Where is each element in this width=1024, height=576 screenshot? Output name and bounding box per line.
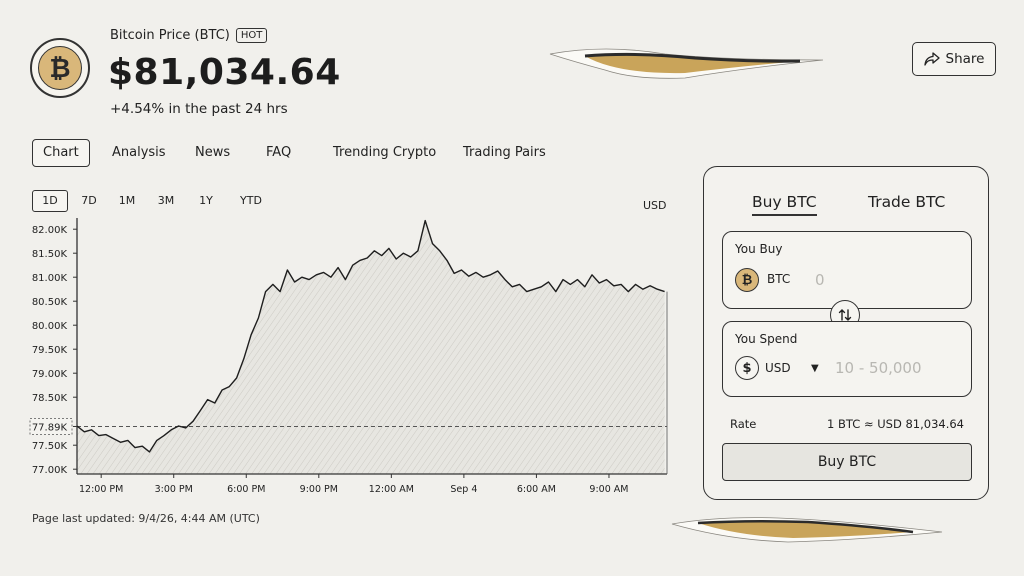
tab-analysis[interactable]: Analysis xyxy=(112,139,166,167)
y-tick-label: 77.00K xyxy=(32,465,68,476)
trade-panel: Buy BTC Trade BTC You Buy ₿ BTC You Spen… xyxy=(703,166,989,500)
chart-currency: USD xyxy=(643,199,667,212)
range-3m[interactable]: 3M xyxy=(153,190,179,212)
share-icon xyxy=(923,52,940,66)
last-updated: Page last updated: 9/4/26, 4:44 AM (UTC) xyxy=(32,512,260,525)
spend-amount-input[interactable] xyxy=(835,356,965,380)
tab-buy-btc[interactable]: Buy BTC xyxy=(752,193,817,216)
y-tick-label: 78.50K xyxy=(32,393,68,404)
reference-label: 77.89K xyxy=(32,422,68,433)
you-buy-label: You Buy xyxy=(735,242,783,256)
you-buy-box: You Buy ₿ BTC xyxy=(722,231,972,309)
hot-badge: HOT xyxy=(235,28,268,43)
tab-trade-btc[interactable]: Trade BTC xyxy=(868,193,945,211)
x-tick-label: 6:00 PM xyxy=(227,484,265,495)
tab-chart[interactable]: Chart xyxy=(32,139,90,167)
y-tick-label: 81.00K xyxy=(32,273,68,284)
tab-trending-crypto[interactable]: Trending Crypto xyxy=(333,139,436,167)
buy-btc-button[interactable]: Buy BTC xyxy=(722,443,972,481)
x-tick-label: 6:00 AM xyxy=(517,484,556,495)
price-change: +4.54% in the past 24 hrs xyxy=(110,101,288,117)
torn-paper-top xyxy=(549,48,824,79)
range-1y[interactable]: 1Y xyxy=(193,190,219,212)
range-ytd[interactable]: YTD xyxy=(236,190,266,212)
buy-amount-input[interactable] xyxy=(815,268,955,292)
asset-title-row: Bitcoin Price (BTC) HOT xyxy=(110,28,268,43)
bitcoin-symbol: ₿ xyxy=(38,46,82,90)
x-tick-label: 12:00 PM xyxy=(79,484,123,495)
share-label: Share xyxy=(945,51,985,67)
tab-trading-pairs[interactable]: Trading Pairs xyxy=(463,139,546,167)
rate-value: 1 BTC ≈ USD 81,034.64 xyxy=(827,417,964,431)
buy-asset-code: BTC xyxy=(767,272,791,286)
page: ₿ Bitcoin Price (BTC) HOT $81,034.64 +4.… xyxy=(0,0,1024,576)
range-1m[interactable]: 1M xyxy=(114,190,140,212)
tab-faq[interactable]: FAQ xyxy=(266,139,291,167)
you-spend-box: You Spend $ USD ▼ xyxy=(722,321,972,397)
tab-news[interactable]: News xyxy=(195,139,230,167)
share-button[interactable]: Share xyxy=(912,42,996,76)
spend-currency-select[interactable]: USD xyxy=(765,361,791,375)
x-tick-label: 12:00 AM xyxy=(369,484,414,495)
range-1d[interactable]: 1D xyxy=(32,190,68,212)
y-tick-label: 79.50K xyxy=(32,345,68,356)
price-chart[interactable]: 82.00K 81.50K 81.00K 80.50K 80.00K 79.50K 79.0… xyxy=(0,214,680,504)
y-tick-label: 81.50K xyxy=(32,249,68,260)
x-tick-label: 9:00 AM xyxy=(589,484,628,495)
x-tick-label: 3:00 PM xyxy=(155,484,193,495)
y-tick-label: 77.50K xyxy=(32,441,68,452)
you-spend-label: You Spend xyxy=(735,332,798,346)
current-price: $81,034.64 xyxy=(108,52,341,93)
bitcoin-icon: ₿ xyxy=(735,268,759,292)
range-7d[interactable]: 7D xyxy=(76,190,102,212)
bitcoin-logo-icon: ₿ xyxy=(30,38,90,98)
y-tick-label: 79.00K xyxy=(32,369,68,380)
x-tick-label: Sep 4 xyxy=(450,484,477,495)
price-area-hatch xyxy=(77,220,665,474)
y-tick-label: 82.00K xyxy=(32,225,68,236)
section-tabs: Chart Analysis News FAQ Trending Crypto … xyxy=(32,139,592,167)
chevron-down-icon[interactable]: ▼ xyxy=(811,363,819,374)
asset-name: Bitcoin Price (BTC) xyxy=(110,28,230,43)
x-tick-label: 9:00 PM xyxy=(300,484,338,495)
y-tick-label: 80.50K xyxy=(32,297,68,308)
y-tick-label: 80.00K xyxy=(32,321,68,332)
dollar-icon: $ xyxy=(735,356,759,380)
torn-paper-bottom xyxy=(671,517,943,543)
rate-label: Rate xyxy=(730,417,757,431)
